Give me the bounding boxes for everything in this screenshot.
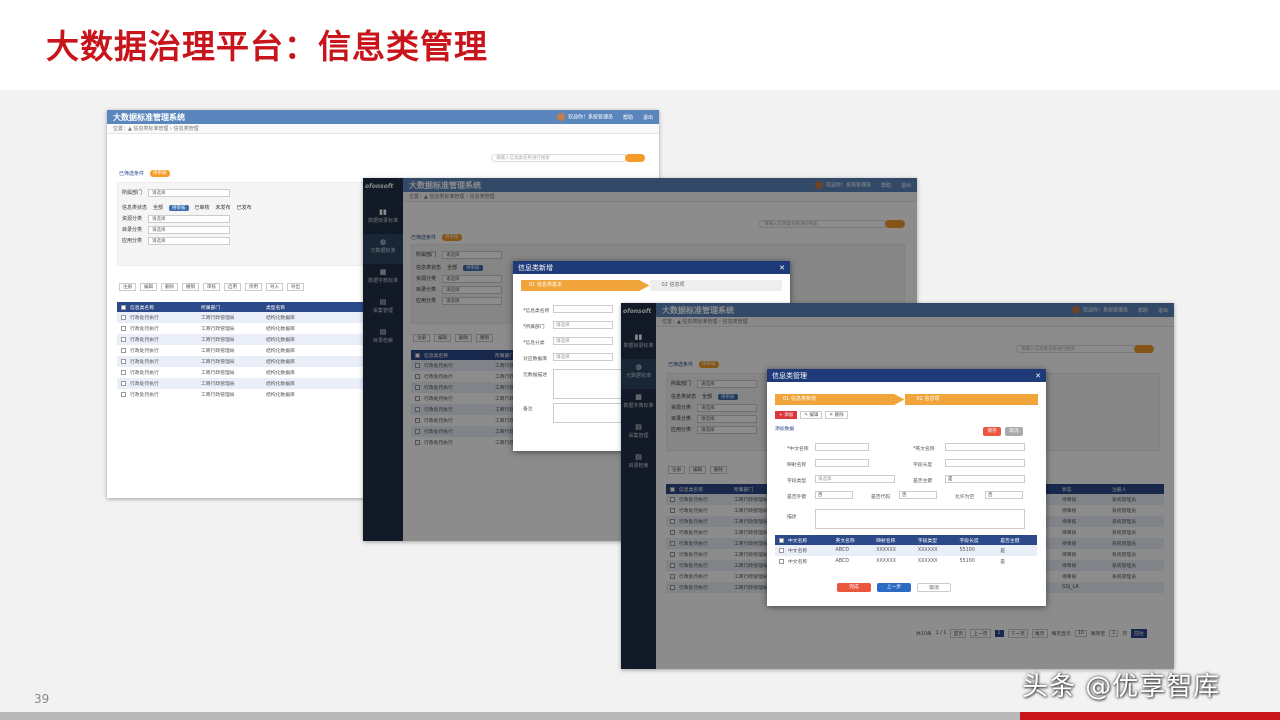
cancel-button[interactable]: 取消: [917, 583, 951, 592]
resource-label: 资源分类: [122, 216, 143, 222]
field-grid: 中文名称 英文名称 映射名称 字段类型 字段长度 是否主键 中文名称 ABCD XXXXXX X…: [775, 535, 1037, 567]
screenshot-3: ofonsoft ▮▮ 数据目录标准 ◍ 元数据标准 ▦ 数据字典标准 ▤ 采集管理 ▤…: [621, 303, 1174, 669]
field-label: 描述: [787, 515, 797, 520]
page-number: 39: [34, 692, 50, 706]
breadcrumb: 位置：▲ 信息类标准管理 › 信息类管理: [107, 124, 659, 134]
search-input[interactable]: 请输入信息类名称进行搜索: [491, 154, 627, 162]
is-code-select[interactable]: 否: [899, 491, 937, 499]
table-row[interactable]: 中文名称 ABCD XXXXXX XXXXXX 55100 是: [775, 556, 1037, 567]
class-select[interactable]: 请选择: [553, 337, 613, 345]
field-label: 字段类型: [787, 479, 807, 484]
avatar: [556, 113, 565, 121]
dept-select[interactable]: 请选择: [148, 188, 231, 197]
watermark: 头条 @优享智库: [1022, 672, 1221, 702]
table-row[interactable]: 中文名称 ABCD XXXXXX XXXXXX 55100 是: [775, 545, 1037, 556]
primary-key-select[interactable]: 是: [945, 475, 1025, 483]
field-length-input[interactable]: [945, 459, 1025, 467]
step-1: 01 信息类新增: [775, 394, 905, 405]
audit-button[interactable]: 审核: [203, 283, 220, 291]
resource-select[interactable]: 请选择: [148, 214, 231, 223]
slide-title: 大数据治理平台：信息类管理: [46, 27, 488, 66]
help-link[interactable]: 帮助: [623, 114, 633, 121]
revoke-button[interactable]: 撤销: [182, 283, 199, 291]
map-name-input[interactable]: [815, 459, 869, 467]
import-button[interactable]: 导入: [266, 283, 283, 291]
status-published[interactable]: 已发布: [237, 204, 252, 211]
dept-select[interactable]: 请选择: [553, 321, 613, 329]
field-label: 备注: [523, 407, 533, 412]
app-title: 大数据标准管理系统: [113, 112, 185, 122]
field-label: 是否主键: [913, 479, 933, 484]
cn-name-input[interactable]: [815, 443, 869, 451]
search-button[interactable]: [625, 154, 645, 162]
remark-textarea[interactable]: [553, 403, 623, 423]
delete-button[interactable]: 删除: [161, 283, 178, 291]
field-label: 字段长度: [913, 463, 933, 468]
bottom-accent: [1020, 712, 1280, 720]
field-label: *信息类名称: [523, 309, 550, 314]
edit-button[interactable]: 编辑: [140, 283, 157, 291]
close-icon[interactable]: ✕: [1035, 372, 1041, 380]
status-all[interactable]: 全部: [153, 204, 163, 211]
status-unpublished[interactable]: 未发布: [216, 204, 231, 211]
info-name-input[interactable]: [553, 305, 613, 313]
meta-desc-textarea[interactable]: [553, 369, 623, 399]
info-manage-modal: 信息类管理 ✕ 01 信息类新增 02 信息项 + 添加 ✎ 编辑 ✕ 删除 添加数据 …: [767, 369, 1046, 606]
export-button[interactable]: 导出: [287, 283, 304, 291]
filter-tag[interactable]: 待审核: [150, 170, 170, 177]
filter-selected-label: 已筛选条件: [119, 171, 145, 177]
disable-button[interactable]: 停用: [245, 283, 262, 291]
close-icon[interactable]: ✕: [779, 264, 785, 272]
field-label: 元数据描述: [523, 373, 547, 378]
desc-textarea[interactable]: [815, 509, 1025, 529]
field-label: 对应数据库: [523, 357, 547, 362]
app-class-select[interactable]: 请选择: [148, 236, 231, 245]
foreign-key-select[interactable]: 否: [815, 491, 853, 499]
register-button[interactable]: 注册: [119, 283, 136, 291]
step-2: 02 信息项: [649, 280, 782, 291]
nullable-select[interactable]: 否: [985, 491, 1023, 499]
modal-title: 信息类新增: [518, 263, 553, 272]
enable-button[interactable]: 启用: [224, 283, 241, 291]
app-class-label: 应用分类: [122, 238, 143, 244]
field-label: 映射名称: [787, 463, 807, 468]
catalog-select[interactable]: 请选择: [148, 225, 231, 234]
cancel-button[interactable]: 取消: [1005, 427, 1023, 436]
save-button[interactable]: 保存: [983, 427, 1001, 436]
field-label: 是否外键: [787, 495, 807, 500]
field-label: *英文名称: [913, 447, 935, 452]
en-name-input[interactable]: [945, 443, 1025, 451]
status-approved[interactable]: 已审核: [195, 204, 210, 211]
finish-button[interactable]: 完成: [837, 583, 871, 592]
delete-button[interactable]: ✕ 删除: [825, 411, 848, 419]
field-label: *中文名称: [787, 447, 809, 452]
dept-label: 所属部门: [122, 190, 143, 196]
toolbar: 注册 编辑 删除 撤销 审核 启用 停用 导入 导出: [119, 283, 304, 291]
add-button[interactable]: + 添加: [775, 411, 798, 419]
catalog-label: 目录分类: [122, 227, 143, 233]
step-2: 02 信息项: [904, 394, 1038, 405]
step-1: 01 信息类基本: [521, 280, 650, 291]
welcome-text: 欢迎你！系统管理员: [567, 114, 613, 121]
db-select[interactable]: 请选择: [553, 353, 613, 361]
field-label: 允许为空: [955, 495, 975, 500]
logout-link[interactable]: 退出: [643, 114, 653, 121]
status-label: 信息类状态: [122, 205, 148, 211]
prev-step-button[interactable]: 上一步: [877, 583, 911, 592]
field-type-select[interactable]: 请选择: [815, 475, 895, 483]
field-label: *信息分类: [523, 341, 545, 346]
status-pending[interactable]: 待审核: [169, 204, 189, 211]
field-label: *所属部门: [523, 325, 545, 330]
field-label: 是否代码: [871, 495, 891, 500]
modal-title: 信息类管理: [772, 371, 807, 380]
edit-button[interactable]: ✎ 编辑: [800, 411, 823, 419]
add-data-label: 添加数据: [775, 427, 795, 432]
